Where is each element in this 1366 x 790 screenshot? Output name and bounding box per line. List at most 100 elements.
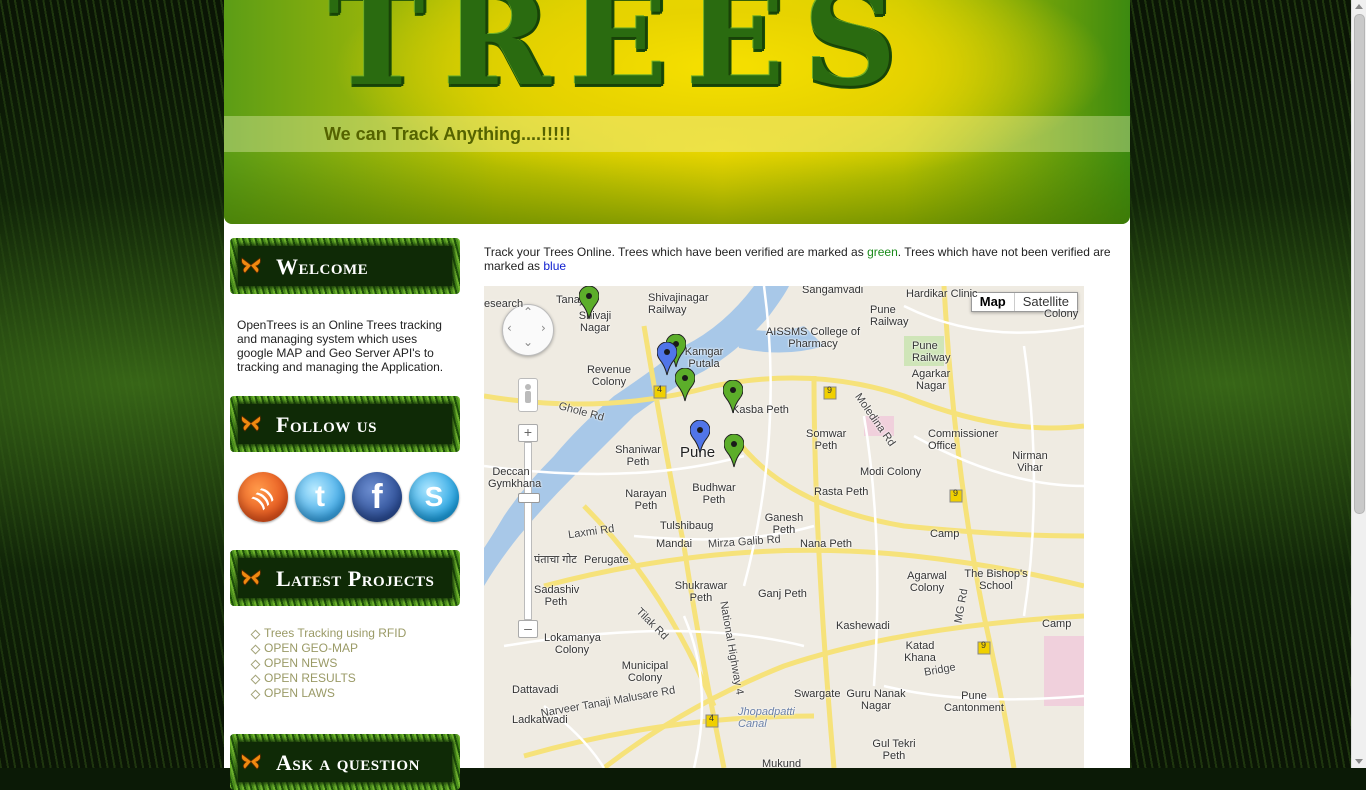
map-label: Gul Tekri Peth bbox=[872, 738, 916, 762]
unverified-color-word: blue bbox=[543, 259, 567, 273]
map-label: Mandai bbox=[656, 538, 693, 550]
zoom-out-button[interactable]: – bbox=[518, 620, 538, 638]
latest-projects-title: Latest Projects bbox=[276, 566, 435, 591]
map-label: Pune Railway bbox=[912, 340, 951, 364]
map-label: Pune Cantonment bbox=[944, 690, 1004, 714]
blue-marker[interactable] bbox=[690, 420, 710, 454]
butterfly-icon bbox=[241, 569, 261, 586]
ask-question-title: Ask a question bbox=[276, 750, 420, 775]
route-number: 4 bbox=[709, 713, 715, 723]
map-label: Narayan Peth bbox=[625, 488, 667, 512]
map-label: Katad Khana bbox=[904, 640, 936, 664]
map-label: Ganj Peth bbox=[758, 588, 807, 600]
map-label: Commissioner Office bbox=[928, 428, 999, 452]
map-label: esearch bbox=[484, 298, 524, 310]
pan-right-icon[interactable]: › bbox=[541, 321, 546, 335]
zoom-slider-handle[interactable] bbox=[518, 493, 540, 503]
green-marker[interactable] bbox=[579, 286, 599, 320]
map-label: The Bishop's School bbox=[964, 568, 1028, 592]
butterfly-icon bbox=[241, 257, 261, 274]
project-link[interactable]: Trees Tracking using RFID bbox=[250, 626, 462, 641]
follow-title: Follow us bbox=[276, 412, 377, 437]
page-container: TREES We can Track Anything....!!!!! Wel… bbox=[224, 0, 1130, 790]
site-tagline: We can Track Anything....!!!!! bbox=[324, 124, 572, 144]
map-label: Mukund bbox=[762, 758, 802, 768]
project-link[interactable]: OPEN GEO-MAP bbox=[250, 641, 462, 656]
follow-heading: Follow us bbox=[230, 396, 460, 452]
butterfly-icon bbox=[241, 415, 261, 432]
map-label: Jhopadpatti Canal bbox=[738, 706, 795, 730]
route-number: 4 bbox=[657, 384, 663, 394]
green-marker[interactable] bbox=[724, 434, 744, 468]
map-label: Kashewadi bbox=[836, 620, 890, 632]
project-link[interactable]: OPEN RESULTS bbox=[250, 671, 462, 686]
project-link[interactable]: OPEN LAWS bbox=[250, 686, 462, 701]
map-type-map-button[interactable]: Map bbox=[971, 293, 1015, 311]
map-label: Ganesh Peth bbox=[764, 512, 804, 536]
map-label: पंताचा गोट bbox=[534, 554, 577, 566]
map-label: Perugate bbox=[584, 554, 629, 566]
map-label: AISSMS College of Pharmacy bbox=[765, 326, 861, 350]
map-label: Modi Colony bbox=[860, 466, 922, 478]
pan-left-icon[interactable]: ‹ bbox=[507, 321, 512, 335]
map-label: Budhwar Peth bbox=[692, 482, 736, 506]
site-logo[interactable]: TREES bbox=[328, 0, 915, 104]
map-label: Tulshibaug bbox=[660, 520, 714, 532]
map-label: Sadashiv Peth bbox=[534, 584, 580, 608]
latest-projects-heading: Latest Projects bbox=[230, 550, 460, 606]
map-label: Nirman Vihar bbox=[1012, 450, 1048, 474]
welcome-text: OpenTrees is an Online Trees tracking an… bbox=[237, 318, 444, 374]
route-number: 9 bbox=[953, 488, 959, 498]
tree-map[interactable]: Map Satellite ⌃ ‹ › ⌄ + – Sangamvadi Shi… bbox=[484, 286, 1084, 768]
map-label: Lokamanya Colony bbox=[544, 632, 601, 656]
map-label: Deccan Gymkhana bbox=[488, 466, 542, 490]
welcome-title: Welcome bbox=[276, 254, 369, 279]
blue-marker[interactable] bbox=[657, 342, 677, 376]
skype-icon[interactable]: S bbox=[409, 472, 459, 522]
verified-color-word: green bbox=[867, 245, 898, 259]
zoom-in-button[interactable]: + bbox=[518, 424, 538, 442]
map-label: Swargate bbox=[794, 688, 841, 700]
social-links: ))) t f S bbox=[230, 452, 462, 550]
map-label: Agarkar Nagar bbox=[911, 368, 951, 392]
green-marker[interactable] bbox=[675, 368, 695, 402]
map-label: Guru Nanak Nagar bbox=[846, 688, 906, 712]
map-label: Sangamvadi bbox=[802, 286, 864, 296]
map-label: Agarwal Colony bbox=[907, 570, 947, 594]
map-label: Rasta Peth bbox=[814, 486, 869, 498]
scroll-down-arrow-icon[interactable] bbox=[1355, 759, 1363, 764]
site-header: TREES We can Track Anything....!!!!! bbox=[224, 0, 1130, 224]
facebook-icon[interactable]: f bbox=[352, 472, 402, 522]
vertical-scrollbar[interactable] bbox=[1351, 0, 1366, 768]
scrollbar-thumb[interactable] bbox=[1354, 14, 1365, 514]
pan-up-icon[interactable]: ⌃ bbox=[523, 305, 533, 319]
map-label: Shukrawar Peth bbox=[674, 580, 728, 604]
map-label: Municipal Colony bbox=[621, 660, 669, 684]
rss-icon[interactable]: ))) bbox=[238, 472, 288, 522]
twitter-icon[interactable]: t bbox=[295, 472, 345, 522]
map-label: Pune Railway bbox=[870, 304, 909, 328]
projects-list: Trees Tracking using RFID OPEN GEO-MAP O… bbox=[250, 626, 462, 701]
map-label: Dattavadi bbox=[512, 684, 559, 696]
street-view-pegman-icon[interactable] bbox=[518, 378, 538, 412]
map-label: Colony bbox=[1044, 308, 1079, 320]
ask-question-heading: Ask a question bbox=[230, 734, 460, 790]
green-marker[interactable] bbox=[723, 380, 743, 414]
pan-control[interactable]: ⌃ ‹ › ⌄ bbox=[502, 304, 554, 356]
map-label: Shivajinagar Railway bbox=[648, 292, 709, 316]
map-label: Ladkatwadi bbox=[512, 714, 568, 726]
scroll-up-arrow-icon[interactable] bbox=[1355, 4, 1363, 9]
tagline-bar: We can Track Anything....!!!!! bbox=[224, 116, 1130, 152]
sidebar: Welcome OpenTrees is an Online Trees tra… bbox=[230, 238, 462, 790]
map-label: Nana Peth bbox=[800, 538, 852, 550]
pan-down-icon[interactable]: ⌄ bbox=[523, 335, 533, 349]
map-label: Camp bbox=[1042, 618, 1072, 630]
map-label: Somwar Peth bbox=[806, 428, 847, 452]
intro-text: Track your Trees Online. Trees which hav… bbox=[484, 245, 1111, 273]
map-label: Hardikar Clinic bbox=[906, 288, 978, 300]
route-number: 9 bbox=[981, 640, 987, 650]
project-link[interactable]: OPEN NEWS bbox=[250, 656, 462, 671]
welcome-heading: Welcome bbox=[230, 238, 460, 294]
route-number: 9 bbox=[827, 385, 833, 395]
map-label: Revenue Colony bbox=[586, 364, 632, 388]
